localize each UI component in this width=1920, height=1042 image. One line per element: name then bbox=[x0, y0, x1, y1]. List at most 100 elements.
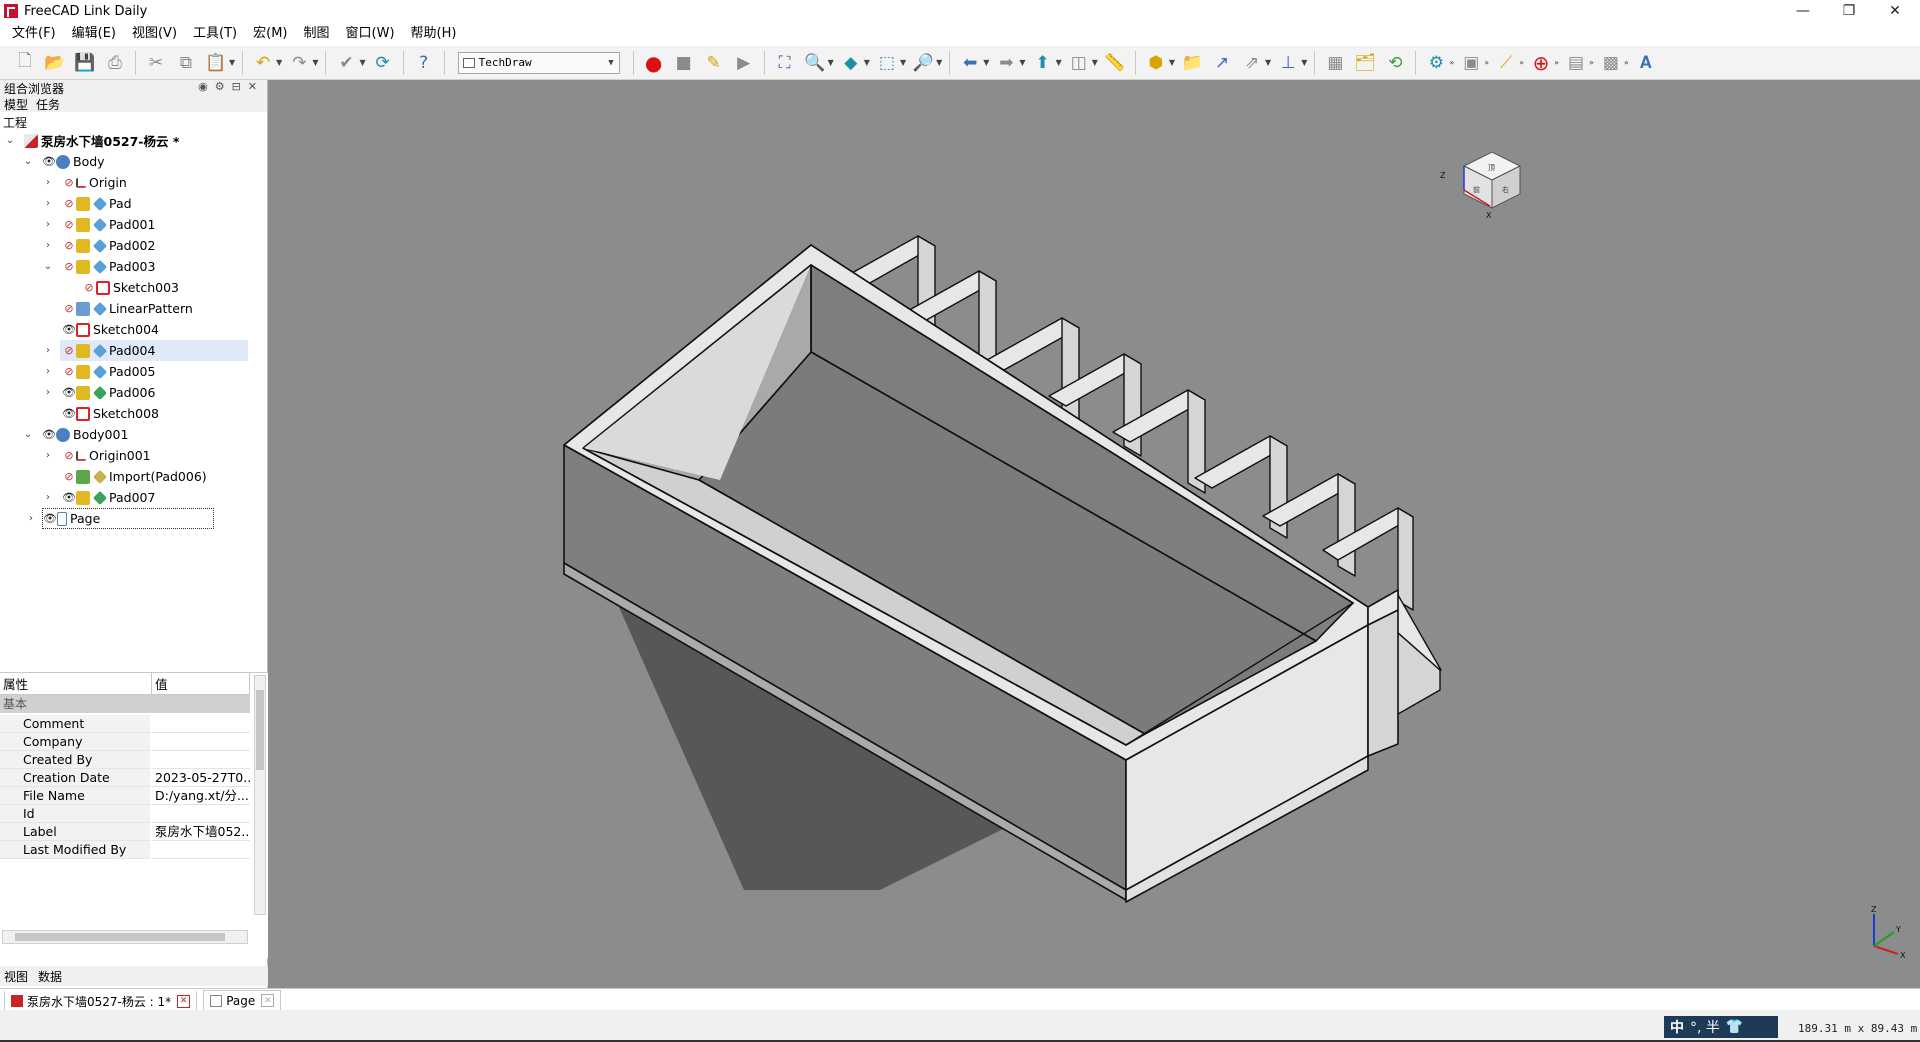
eye-icon[interactable]: 👁 bbox=[62, 386, 76, 399]
eye-hidden-icon[interactable]: ⊘ bbox=[62, 260, 76, 273]
macro-run-icon[interactable]: ▶ bbox=[731, 50, 757, 76]
view-box-icon[interactable]: ◫ bbox=[1066, 50, 1092, 76]
close-icon[interactable]: ✕ bbox=[261, 994, 275, 1007]
chevron-right-icon[interactable]: › bbox=[42, 345, 54, 356]
property-row[interactable]: Created By bbox=[0, 751, 250, 769]
chevron-down-icon[interactable]: ▼ bbox=[1169, 58, 1175, 67]
more-icon[interactable]: » bbox=[1449, 58, 1454, 67]
chevron-down-icon[interactable]: ▼ bbox=[1019, 58, 1025, 67]
chevron-down-icon[interactable]: ▼ bbox=[359, 58, 365, 67]
tree-item-sketch008[interactable]: 👁 Sketch008 bbox=[0, 403, 260, 424]
chevron-right-icon[interactable]: › bbox=[25, 513, 37, 524]
open-template-icon[interactable]: 🗂 bbox=[1352, 50, 1378, 76]
chevron-right-icon[interactable]: › bbox=[42, 177, 54, 188]
eye-hidden-icon[interactable]: ⊘ bbox=[62, 365, 76, 378]
tree-item-body001[interactable]: ⌄ 👁 Body001 bbox=[0, 424, 260, 445]
property-row[interactable]: Id bbox=[0, 805, 250, 823]
menu-drawing[interactable]: 制图 bbox=[296, 22, 338, 46]
eye-icon[interactable]: 👁 bbox=[62, 407, 76, 420]
more-icon[interactable]: » bbox=[1484, 58, 1489, 67]
more-icon[interactable]: » bbox=[1554, 58, 1559, 67]
property-row[interactable]: Last Modified By bbox=[0, 841, 250, 859]
chevron-down-icon[interactable]: ▼ bbox=[983, 58, 989, 67]
tree-item-origin001[interactable]: › ⊘ Origin001 bbox=[0, 445, 260, 466]
chevron-down-icon[interactable]: ▼ bbox=[1265, 58, 1271, 67]
tab-tasks[interactable]: 任务 bbox=[36, 96, 60, 113]
eye-hidden-icon[interactable]: ⊘ bbox=[62, 470, 76, 483]
chevron-down-icon[interactable]: ▼ bbox=[229, 58, 235, 67]
chevron-right-icon[interactable]: › bbox=[42, 366, 54, 377]
eye-icon[interactable]: 👁 bbox=[62, 323, 76, 336]
eye-icon[interactable]: 👁 bbox=[42, 155, 56, 168]
new-file-icon[interactable]: 🗋 bbox=[12, 50, 38, 76]
chevron-down-icon[interactable]: ▼ bbox=[1092, 58, 1098, 67]
property-value[interactable] bbox=[152, 805, 250, 823]
more-icon[interactable]: » bbox=[1624, 58, 1629, 67]
tree-item-pad004[interactable]: › ⊘ Pad004 bbox=[46, 340, 248, 361]
image-icon[interactable]: ▤ bbox=[1563, 50, 1589, 76]
chevron-right-icon[interactable]: › bbox=[42, 198, 54, 209]
property-value[interactable] bbox=[152, 751, 250, 769]
eye-hidden-icon[interactable]: ⊘ bbox=[62, 218, 76, 231]
measure-icon[interactable]: 📏 bbox=[1102, 50, 1128, 76]
close-icon[interactable]: ✕ bbox=[248, 80, 257, 93]
tab-data[interactable]: 数据 bbox=[38, 968, 62, 985]
chevron-right-icon[interactable]: › bbox=[42, 240, 54, 251]
eye-hidden-icon[interactable]: ⊘ bbox=[62, 176, 76, 189]
property-row[interactable]: Company bbox=[0, 733, 250, 751]
scrollbar-thumb[interactable] bbox=[256, 690, 264, 770]
property-horizontal-scrollbar[interactable] bbox=[2, 930, 248, 944]
tree-item-pad[interactable]: › ⊘ Pad bbox=[0, 193, 260, 214]
macro-record-icon[interactable]: ● bbox=[641, 50, 667, 76]
navigation-cube[interactable]: 顶 前 右 Z X bbox=[1440, 151, 1522, 220]
menu-file[interactable]: 文件(F) bbox=[4, 22, 64, 46]
tree-item-pad001[interactable]: › ⊘ Pad001 bbox=[0, 214, 260, 235]
value-column-header[interactable]: 值 bbox=[152, 673, 250, 695]
tree-item-linearpattern[interactable]: ⊘ LinearPattern bbox=[0, 298, 260, 319]
redo-icon[interactable]: ↷ bbox=[286, 50, 312, 76]
undo-icon[interactable]: ↶ bbox=[250, 50, 276, 76]
hatch-icon[interactable]: ▩ bbox=[1598, 50, 1624, 76]
chevron-down-icon[interactable]: ⌄ bbox=[22, 429, 34, 440]
tree-item-sketch003[interactable]: ⊘ Sketch003 bbox=[0, 277, 260, 298]
more-icon[interactable]: » bbox=[1519, 58, 1524, 67]
settings-icon[interactable]: ⚙ bbox=[215, 80, 225, 93]
menu-edit[interactable]: 编辑(E) bbox=[64, 22, 124, 46]
tree-item-import-pad006[interactable]: ⊘ Import(Pad006) bbox=[0, 466, 260, 487]
property-value[interactable]: D:/yang.xt/分... bbox=[152, 787, 250, 805]
restore-button[interactable]: ❐ bbox=[1826, 0, 1872, 22]
chevron-right-icon[interactable]: › bbox=[42, 450, 54, 461]
float-icon[interactable]: ⊟ bbox=[232, 80, 241, 93]
chevron-down-icon[interactable]: ⌄ bbox=[42, 261, 54, 272]
chevron-right-icon[interactable]: › bbox=[42, 219, 54, 230]
eye-hidden-icon[interactable]: ⊘ bbox=[62, 197, 76, 210]
property-value[interactable]: 泵房水下墙052... bbox=[152, 823, 250, 841]
eye-icon[interactable]: 👁 bbox=[43, 512, 57, 525]
close-icon[interactable]: ✕ bbox=[177, 994, 191, 1008]
chevron-down-icon[interactable]: ▼ bbox=[828, 58, 834, 67]
recompute-icon[interactable]: ⟳ bbox=[370, 50, 396, 76]
tab-page[interactable]: Page ✕ bbox=[203, 990, 282, 1010]
chevron-right-icon[interactable]: › bbox=[42, 492, 54, 503]
link-actions-icon[interactable]: ⇗ bbox=[1239, 50, 1265, 76]
menu-view[interactable]: 视图(V) bbox=[124, 22, 185, 46]
cut-icon[interactable]: ✂ bbox=[143, 50, 169, 76]
part-icon[interactable]: ⬢ bbox=[1143, 50, 1169, 76]
tab-model[interactable]: 模型 bbox=[4, 96, 28, 113]
chevron-down-icon[interactable]: ⌄ bbox=[22, 156, 34, 167]
chevron-down-icon[interactable]: ▼ bbox=[1301, 58, 1307, 67]
3d-viewport[interactable]: 顶 前 右 Z X Z X Y bbox=[268, 80, 1920, 988]
zoom-icon[interactable]: 🔎 bbox=[910, 50, 936, 76]
link-icon[interactable]: ↗ bbox=[1209, 50, 1235, 76]
eye-icon[interactable]: 👁 bbox=[42, 428, 56, 441]
tree-item-pad005[interactable]: › ⊘ Pad005 bbox=[0, 361, 260, 382]
eye-icon[interactable]: 👁 bbox=[62, 491, 76, 504]
property-row[interactable]: Comment bbox=[0, 715, 250, 733]
eye-hidden-icon[interactable]: ⊘ bbox=[62, 344, 76, 357]
tree-item-document[interactable]: ⌄ 泵房水下墙0527-杨云 * bbox=[0, 130, 260, 151]
paste-icon[interactable]: 📋 bbox=[203, 50, 229, 76]
open-file-icon[interactable]: 📂 bbox=[42, 50, 68, 76]
chevron-down-icon[interactable]: ▼ bbox=[864, 58, 870, 67]
chevron-right-icon[interactable]: › bbox=[42, 387, 54, 398]
minimize-button[interactable]: — bbox=[1780, 0, 1826, 22]
